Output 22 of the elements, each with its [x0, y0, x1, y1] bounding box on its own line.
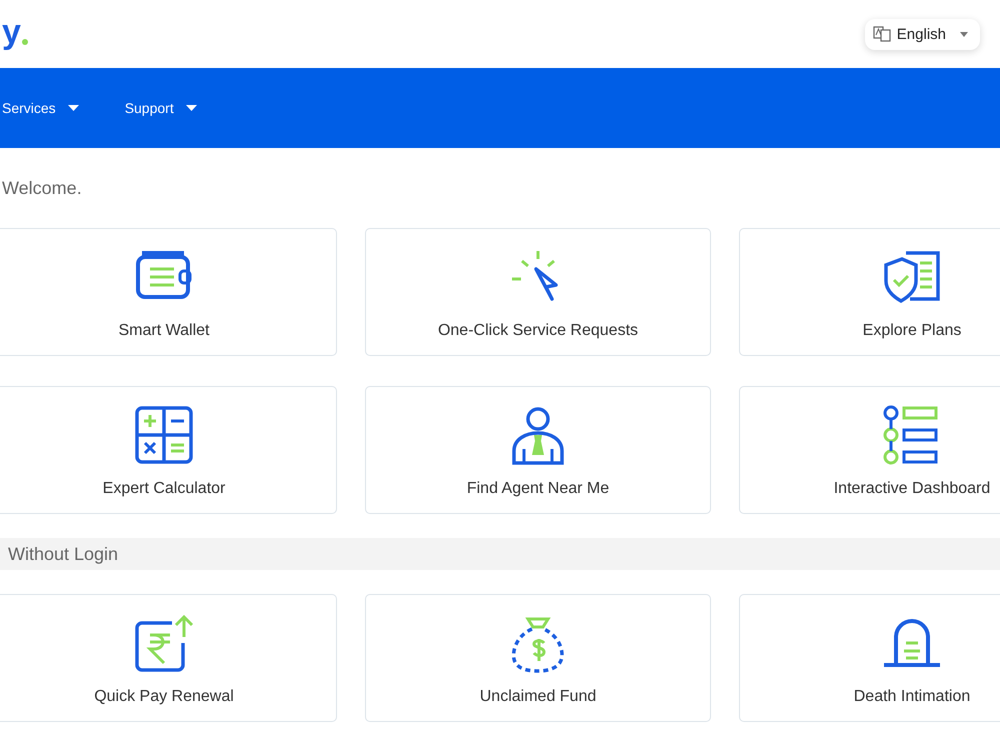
- service-card[interactable]: Find Agent Near Me: [365, 386, 711, 514]
- calculator-icon: [134, 405, 194, 465]
- service-card[interactable]: Expert Calculator: [0, 386, 337, 514]
- welcome-heading: Welcome.: [2, 178, 83, 200]
- logo-text: y: [2, 15, 21, 49]
- service-card[interactable]: Interactive Dashboard: [739, 386, 1000, 514]
- logo-dot: [22, 39, 28, 45]
- rupee-up-arrow-icon: [134, 613, 194, 673]
- nav-menu[interactable]: Services: [2, 100, 79, 116]
- service-card[interactable]: One-Click Service Requests: [365, 228, 711, 356]
- service-card[interactable]: Death Intimation: [739, 594, 1000, 722]
- caret-icon: [186, 105, 197, 111]
- service-card[interactable]: Quick Pay Renewal: [0, 594, 337, 722]
- translate-icon: [872, 26, 891, 42]
- nav-menu[interactable]: Support: [124, 100, 197, 116]
- service-card[interactable]: Unclaimed Fund: [365, 594, 711, 722]
- section-heading: Without Login: [0, 538, 1000, 570]
- service-card[interactable]: Explore Plans: [739, 228, 1000, 356]
- caret-icon: [68, 105, 79, 111]
- caret-icon: [960, 32, 968, 36]
- service-card[interactable]: Smart Wallet: [0, 228, 337, 356]
- language-selector[interactable]: English: [864, 18, 980, 50]
